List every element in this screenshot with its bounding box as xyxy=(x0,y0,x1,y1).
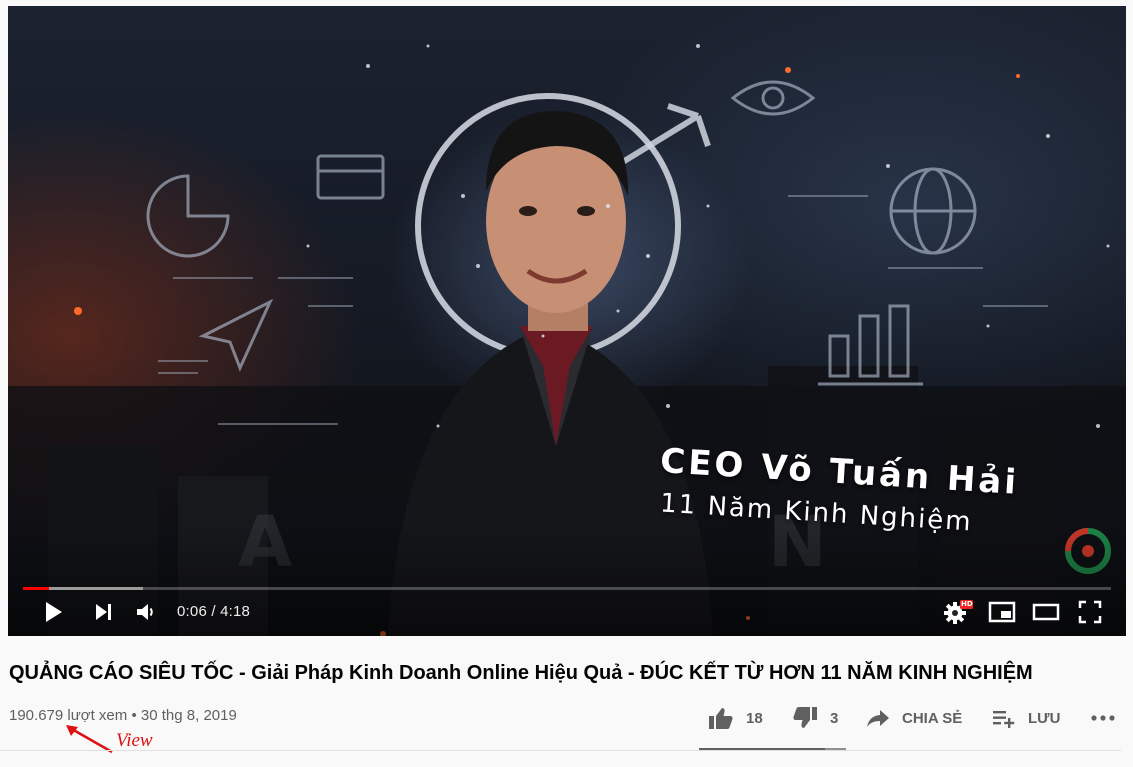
thumbs-down-icon xyxy=(793,707,817,728)
save-label: LƯU xyxy=(1028,709,1061,727)
more-horiz-icon xyxy=(1091,715,1115,721)
volume-button[interactable] xyxy=(132,596,160,628)
share-label: CHIA SẺ xyxy=(902,709,963,727)
like-count: 18 xyxy=(746,709,763,727)
miniplayer-icon xyxy=(988,601,1016,623)
video-player[interactable]: A N CEO Võ Tuấn Hải 11 Năm Kinh Nghiệm 0… xyxy=(8,6,1126,636)
dislike-button[interactable]: 3 xyxy=(792,703,838,733)
play-button[interactable] xyxy=(38,596,68,628)
annotation-label: View xyxy=(116,730,153,751)
settings-button[interactable]: HD xyxy=(942,596,974,628)
next-icon xyxy=(96,604,111,620)
time-display: 0:06 / 4:18 xyxy=(177,603,251,620)
next-button[interactable] xyxy=(90,596,118,628)
dislike-count: 3 xyxy=(830,709,839,727)
share-icon xyxy=(867,710,889,727)
video-meta: 190.679 lượt xem • 30 thg 8, 2019 xyxy=(9,707,237,724)
like-button[interactable]: 18 xyxy=(708,703,763,733)
upload-date: 30 thg 8, 2019 xyxy=(140,707,237,724)
video-title: QUẢNG CÁO SIÊU TỐC - Giải Pháp Kinh Doan… xyxy=(9,662,1033,684)
more-actions-button[interactable] xyxy=(1090,703,1116,733)
share-button[interactable]: CHIA SẺ xyxy=(866,703,962,733)
thumbs-up-icon xyxy=(709,708,733,729)
info-divider xyxy=(0,750,1121,751)
hd-badge: HD xyxy=(961,600,973,608)
theater-mode-button[interactable] xyxy=(1030,596,1062,628)
playlist-add-icon xyxy=(993,711,1015,728)
save-button[interactable]: LƯU xyxy=(992,703,1060,733)
theater-icon xyxy=(1032,603,1060,621)
progress-bar[interactable] xyxy=(23,587,1111,590)
volume-icon xyxy=(137,604,153,620)
meta-separator: • xyxy=(131,707,137,724)
fullscreen-button[interactable] xyxy=(1074,596,1106,628)
progress-played xyxy=(23,587,50,590)
fullscreen-icon xyxy=(1078,600,1102,624)
play-icon xyxy=(46,602,62,622)
miniplayer-button[interactable] xyxy=(986,596,1018,628)
